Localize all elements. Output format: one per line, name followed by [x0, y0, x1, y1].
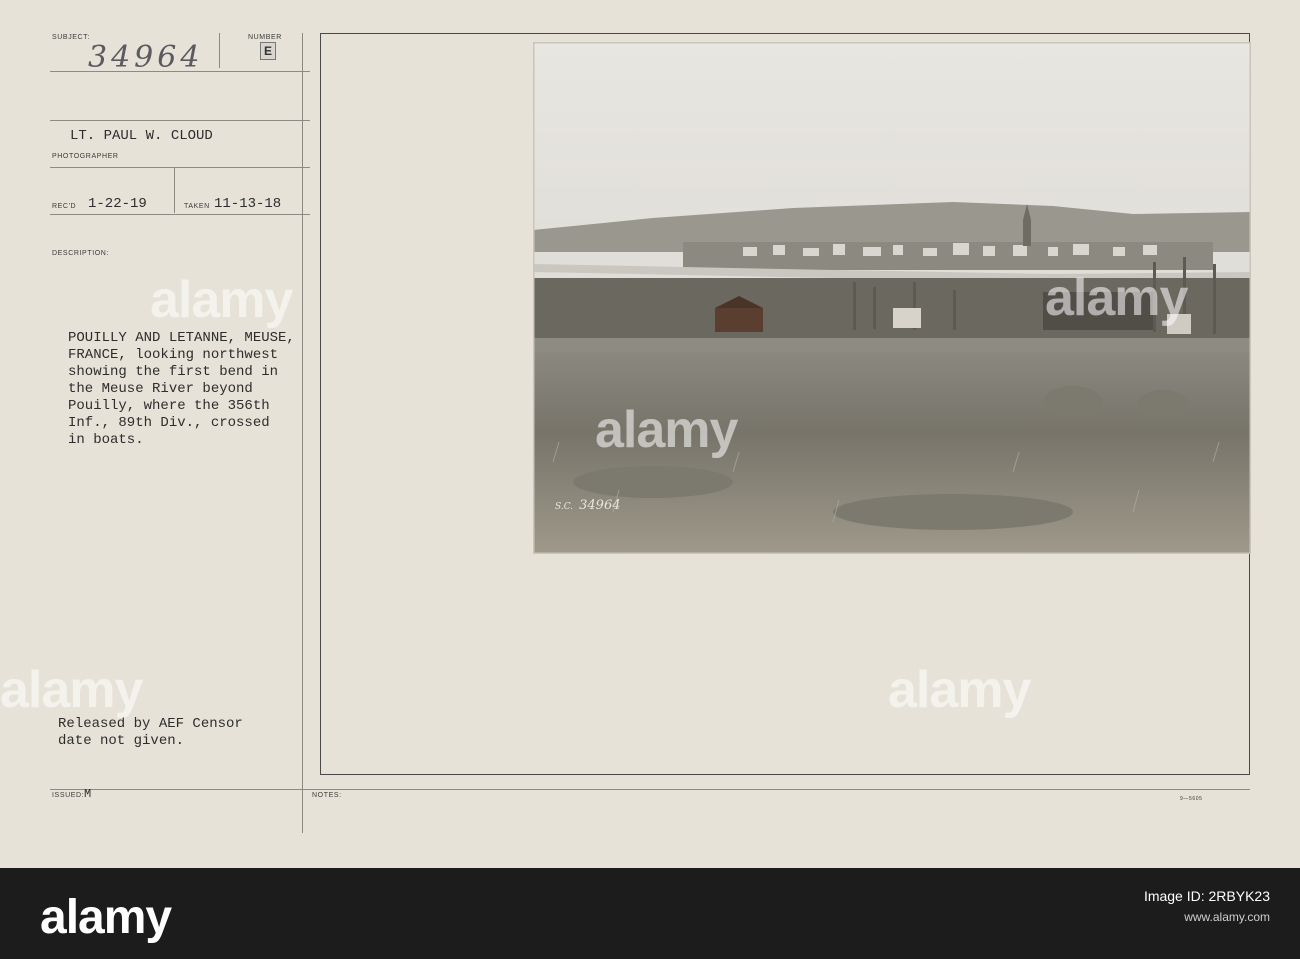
release-note: Released by AEF Censor date not given. [58, 716, 243, 750]
footer-info: Image ID: 2RBYK23 www.alamy.com [1144, 888, 1270, 924]
footer-logo[interactable]: alamy [40, 890, 172, 945]
description-text: POUILLY AND LETANNE, MEUSE, FRANCE, look… [68, 330, 295, 449]
taken-label: TAKEN [184, 203, 210, 210]
photo-caption-number: 34964 [579, 498, 621, 513]
photographer-label: PHOTOGRAPHER [52, 153, 119, 160]
recd-date: 1-22-19 [88, 196, 147, 212]
watermark: alamy [150, 271, 293, 329]
form-number: 9—5605 [1180, 796, 1203, 802]
footer-bar [0, 868, 1300, 959]
rule-vertical-left [302, 33, 303, 833]
release-line: date not given. [58, 733, 185, 749]
watermark: alamy [0, 661, 143, 719]
number-stamp: E [260, 42, 276, 60]
notes-label: NOTES: [312, 792, 342, 799]
description-line: showing the first bend in [68, 364, 279, 380]
taken-date: 11-13-18 [214, 196, 282, 212]
rule-bottom [50, 789, 1250, 790]
watermark: alamy [888, 661, 1031, 719]
description-line: Pouilly, where the 356th [68, 398, 270, 414]
recd-label: REC'D [52, 203, 77, 210]
footer-site-link[interactable]: www.alamy.com [1144, 910, 1270, 924]
photographer-name: LT. PAUL W. CLOUD [70, 128, 213, 144]
subject-number: 34964 [88, 40, 204, 75]
description-line: POUILLY AND LETANNE, MEUSE, [68, 330, 295, 346]
watermark: alamy [1045, 269, 1188, 327]
description-line: in boats. [68, 432, 144, 448]
number-label: NUMBER [248, 34, 282, 41]
issued-value: M [84, 787, 92, 801]
description-line: FRANCE, looking northwest [68, 347, 279, 363]
rule-subject-number-divider [219, 33, 220, 68]
description-line: the Meuse River beyond [68, 381, 253, 397]
photo-caption-small: S.C. [555, 502, 574, 512]
rule-dates-divider [174, 168, 175, 213]
subject-label: SUBJECT: [52, 34, 90, 41]
description-line: Inf., 89th Div., crossed [68, 415, 270, 431]
photo-caption: S.C. 34964 [555, 498, 621, 513]
watermark: alamy [595, 401, 738, 459]
rule-dates [50, 214, 310, 215]
archive-card: SUBJECT: NUMBER E 34964 LT. PAUL W. CLOU… [0, 0, 1300, 868]
rule-photographer [50, 167, 310, 168]
rule-photographer-top [50, 120, 310, 121]
description-label: DESCRIPTION: [52, 250, 109, 257]
issued-label: ISSUED: [52, 792, 85, 799]
footer-image-id: Image ID: 2RBYK23 [1143, 888, 1270, 904]
